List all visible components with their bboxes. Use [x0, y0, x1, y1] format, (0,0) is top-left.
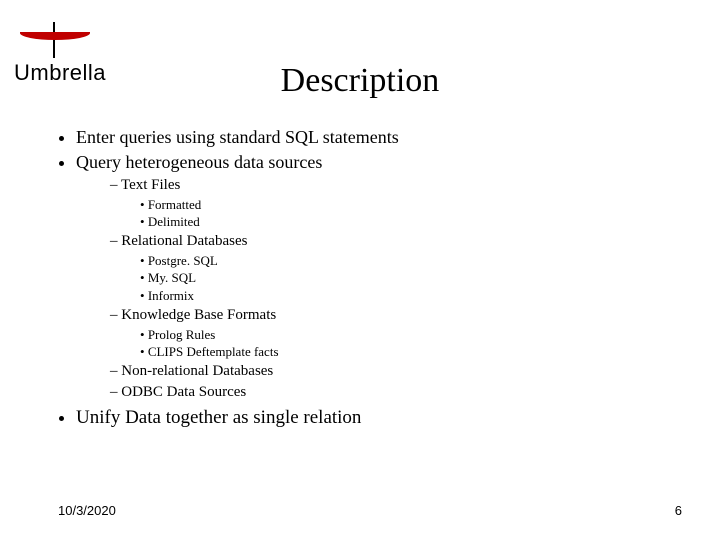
subsub-item: Prolog Rules — [140, 327, 690, 343]
bullet-list: Enter queries using standard SQL stateme… — [58, 126, 690, 429]
sub-text: Knowledge Base Formats — [121, 307, 276, 323]
subsub-item: My. SQL — [140, 270, 690, 286]
subsub-item: Formatted — [140, 197, 690, 213]
sub-item: ODBC Data Sources — [110, 383, 690, 402]
slide: Umbrella Description Enter queries using… — [0, 0, 720, 540]
sub-text: Text Files — [121, 177, 180, 193]
subsub-item: Informix — [140, 288, 690, 304]
sub-item: Knowledge Base Formats Prolog Rules CLIP… — [110, 306, 690, 360]
footer-page-number: 6 — [675, 503, 682, 518]
sub-text: ODBC Data Sources — [121, 384, 246, 400]
subsub-text: Prolog Rules — [148, 327, 216, 342]
bullet-item: Query heterogeneous data sources Text Fi… — [76, 151, 690, 402]
bullet-text: Unify Data together as single relation — [76, 407, 361, 428]
subsub-text: Informix — [148, 288, 194, 303]
footer-date: 10/3/2020 — [58, 503, 116, 518]
sub-text: Non-relational Databases — [121, 363, 273, 379]
sub-item: Non-relational Databases — [110, 362, 690, 381]
subsub-item: CLIPS Deftemplate facts — [140, 344, 690, 360]
content-area: Enter queries using standard SQL stateme… — [58, 126, 690, 431]
sub-item: Text Files Formatted Delimited — [110, 176, 690, 230]
subsub-text: Formatted — [148, 197, 201, 212]
subsub-text: My. SQL — [148, 270, 196, 285]
subsub-item: Postgre. SQL — [140, 253, 690, 269]
sub-item: Relational Databases Postgre. SQL My. SQ… — [110, 232, 690, 304]
bullet-item: Unify Data together as single relation — [76, 406, 690, 430]
bullet-text: Enter queries using standard SQL stateme… — [76, 127, 399, 147]
subsub-list: Postgre. SQL My. SQL Informix — [110, 253, 690, 304]
slide-title: Description — [0, 62, 720, 100]
umbrella-stem-icon — [53, 22, 55, 58]
bullet-item: Enter queries using standard SQL stateme… — [76, 126, 690, 149]
subsub-list: Formatted Delimited — [110, 197, 690, 231]
subsub-text: CLIPS Deftemplate facts — [148, 344, 279, 359]
subsub-list: Prolog Rules CLIPS Deftemplate facts — [110, 327, 690, 361]
umbrella-canopy-icon — [20, 32, 90, 40]
subsub-text: Delimited — [148, 214, 200, 229]
sub-list: Text Files Formatted Delimited Relationa… — [76, 176, 690, 402]
subsub-item: Delimited — [140, 214, 690, 230]
subsub-text: Postgre. SQL — [148, 253, 218, 268]
bullet-text: Query heterogeneous data sources — [76, 152, 322, 172]
sub-text: Relational Databases — [121, 233, 247, 249]
